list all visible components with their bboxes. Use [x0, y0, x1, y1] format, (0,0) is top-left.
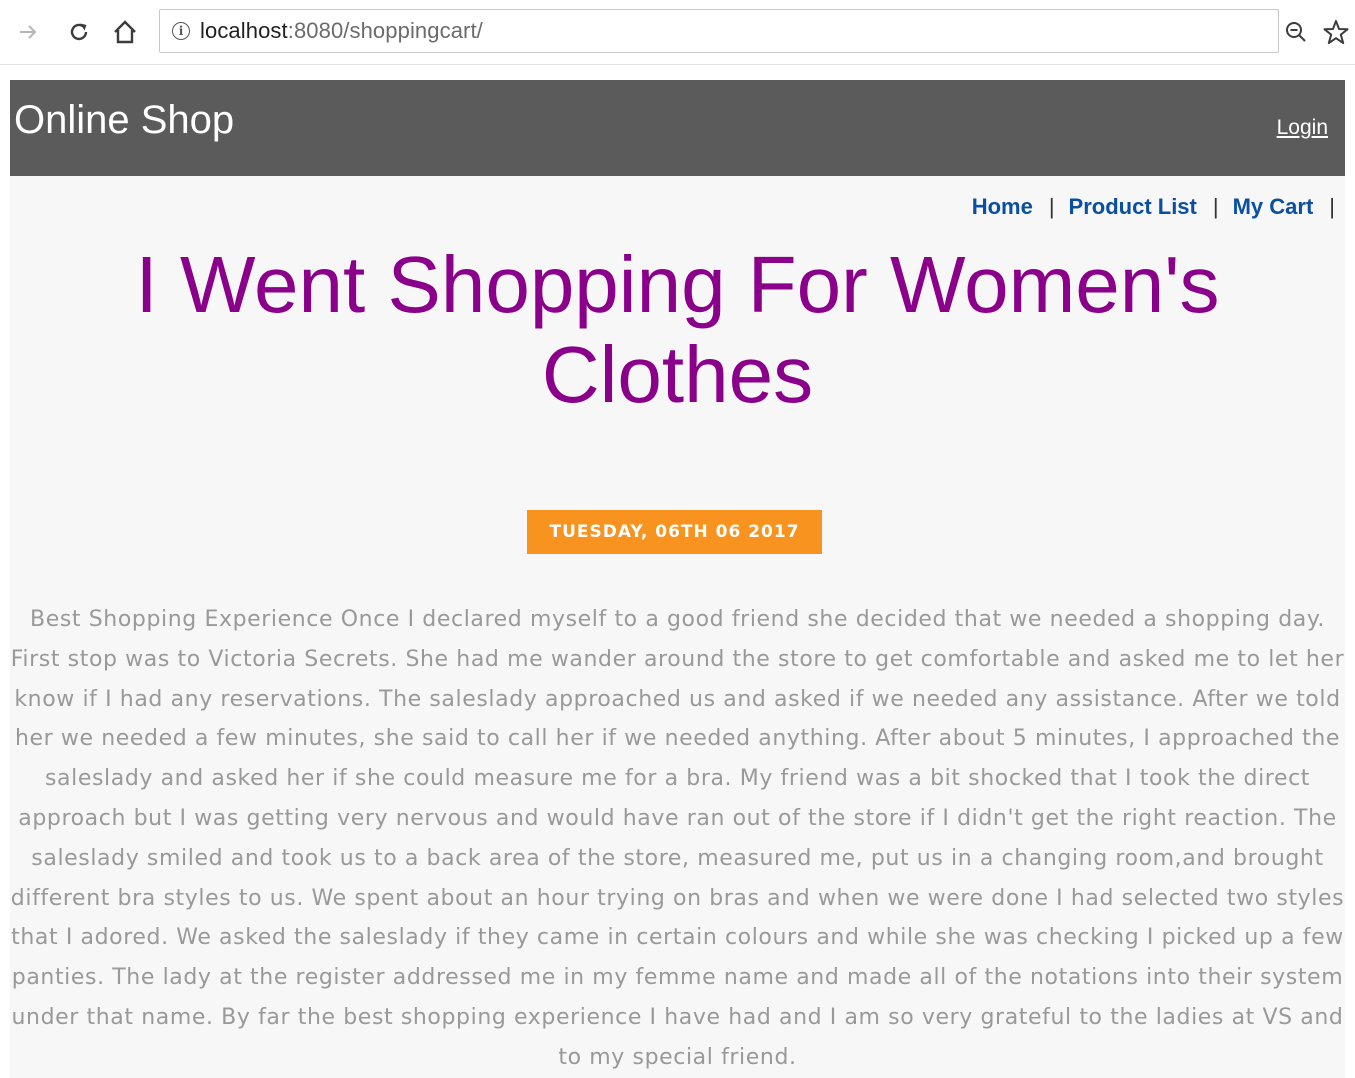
url-host: localhost: [200, 18, 288, 43]
article-body: Best Shopping Experience Once I declared…: [10, 607, 1345, 1070]
home-icon[interactable]: [111, 14, 139, 50]
nav-home[interactable]: Home: [972, 194, 1033, 220]
address-bar[interactable]: i localhost:8080/shoppingcart/: [159, 9, 1279, 53]
url-text: localhost:8080/shoppingcart/: [200, 18, 483, 44]
nav-separator: |: [1048, 194, 1055, 219]
forward-icon[interactable]: [14, 14, 42, 50]
zoom-icon[interactable]: [1282, 14, 1310, 50]
brand-title[interactable]: Online Shop: [14, 98, 234, 143]
article-title: I Went Shopping For Women's Clothes: [135, 240, 1220, 419]
nav-separator: |: [1212, 194, 1219, 219]
bookmark-star-icon[interactable]: [1322, 14, 1350, 50]
login-link[interactable]: Login: [1277, 116, 1328, 140]
nav-my-cart[interactable]: My Cart: [1233, 194, 1314, 220]
nav-separator: |: [1329, 194, 1335, 219]
reload-icon[interactable]: [65, 14, 93, 50]
main-nav: Home | Product List | My Cart |: [972, 194, 1335, 220]
info-icon[interactable]: i: [172, 22, 190, 40]
date-badge: TUESDAY, 06TH 06 2017: [527, 510, 822, 554]
nav-product-list[interactable]: Product List: [1069, 194, 1197, 220]
page-content: Online Shop Login Home | Product List | …: [10, 80, 1345, 1078]
browser-toolbar: i localhost:8080/shoppingcart/: [0, 0, 1355, 65]
url-path: :8080/shoppingcart/: [287, 18, 483, 43]
site-header: Online Shop Login: [10, 80, 1345, 176]
